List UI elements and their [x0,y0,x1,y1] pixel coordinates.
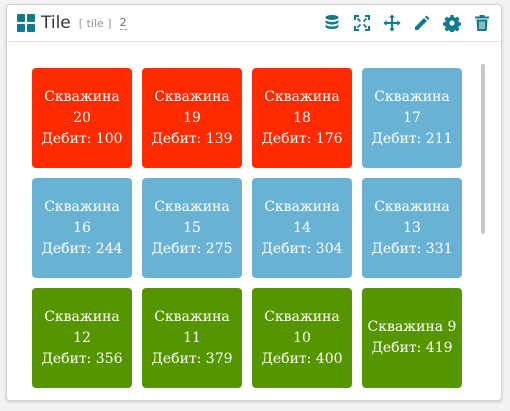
well-number: 16 [73,219,91,236]
gear-icon [443,15,461,32]
move-icon [383,14,401,32]
fullscreen-icon [354,15,370,31]
well-flow-rate: Дебит: 331 [371,240,453,257]
well-flow-rate: Дебит: 100 [41,130,123,147]
well-flow-rate: Дебит: 304 [261,240,343,257]
tile-grid: Скважина 20 Дебит: 100 Скважина 19 Дебит: 139… [32,68,462,388]
well-name: Скважина [44,198,120,215]
well-tile[interactable]: Скважина 12 Дебит: 356 [32,288,132,388]
well-tile[interactable]: Скважина 10 Дебит: 400 [252,288,352,388]
well-tile[interactable]: Скважина 15 Дебит: 275 [142,178,242,278]
well-number: 15 [183,219,201,236]
pencil-icon [415,15,430,30]
vertical-scrollbar[interactable] [481,64,485,234]
well-tile[interactable]: Скважина 16 Дебит: 244 [32,178,132,278]
well-flow-rate: Дебит: 176 [261,130,343,147]
well-tile[interactable]: Скважина 19 Дебит: 139 [142,68,242,168]
well-flow-rate: Дебит: 139 [151,130,233,147]
well-name: Скважина [374,198,450,215]
well-number: 11 [183,329,201,346]
well-name: Скважина [374,88,450,105]
edit-button[interactable] [411,12,433,34]
well-number: 17 [403,109,421,126]
well-flow-rate: Дебит: 244 [41,240,123,257]
well-number: 14 [293,219,311,236]
well-number: 20 [73,109,91,126]
widget-count-link[interactable]: 2 [119,16,127,30]
widget-title-group: Tile [ tile ] 2 [17,11,127,35]
widget-header: Tile [ tile ] 2 [7,5,501,42]
well-flow-rate: Дебит: 379 [151,350,233,367]
well-tile[interactable]: Скважина 17 Дебит: 211 [362,68,462,168]
tile-content-area[interactable]: Скважина 20 Дебит: 100 Скважина 19 Дебит: 139… [7,42,501,400]
well-flow-rate: Дебит: 275 [151,240,233,257]
database-button[interactable] [321,12,343,34]
tile-widget-panel: Tile [ tile ] 2 Скважина 20 Дебит: 100 С… [6,4,502,401]
well-flow-rate: Дебит: 419 [371,340,453,356]
well-name: Скважина [154,308,230,325]
well-flow-rate: Дебит: 356 [41,350,123,367]
widget-title: Tile [41,13,71,33]
well-number: 18 [293,109,311,126]
well-flow-rate: Дебит: 400 [261,350,343,367]
well-tile[interactable]: Скважина 13 Дебит: 331 [362,178,462,278]
well-flow-rate: Дебит: 211 [371,130,453,147]
well-tile[interactable]: Скважина 14 Дебит: 304 [252,178,352,278]
well-name: Скважина [154,198,230,215]
well-number: 19 [183,109,201,126]
well-name: Скважина [154,88,230,105]
well-name: Скважина [44,88,120,105]
well-tile[interactable]: Скважина 9 Дебит: 419 [362,288,462,388]
delete-button[interactable] [471,12,493,34]
well-tile[interactable]: Скважина 20 Дебит: 100 [32,68,132,168]
trash-icon [475,15,489,31]
widget-type-tag: [ tile ] [78,16,112,30]
move-button[interactable] [381,12,403,34]
widget-toolbar [313,12,493,34]
well-name: Скважина [44,308,120,325]
well-name: Скважина [264,198,340,215]
well-number: 10 [293,329,311,346]
well-number: 12 [73,329,91,346]
well-tile[interactable]: Скважина 18 Дебит: 176 [252,68,352,168]
well-name: Скважина [264,88,340,105]
well-name: Скважина [264,308,340,325]
well-number: 13 [403,219,421,236]
tile-grid-icon [17,14,35,32]
well-tile[interactable]: Скважина 11 Дебит: 379 [142,288,242,388]
well-name: Скважина 9 [367,319,457,335]
fullscreen-button[interactable] [351,12,373,34]
database-icon [325,15,339,29]
settings-button[interactable] [441,12,463,34]
